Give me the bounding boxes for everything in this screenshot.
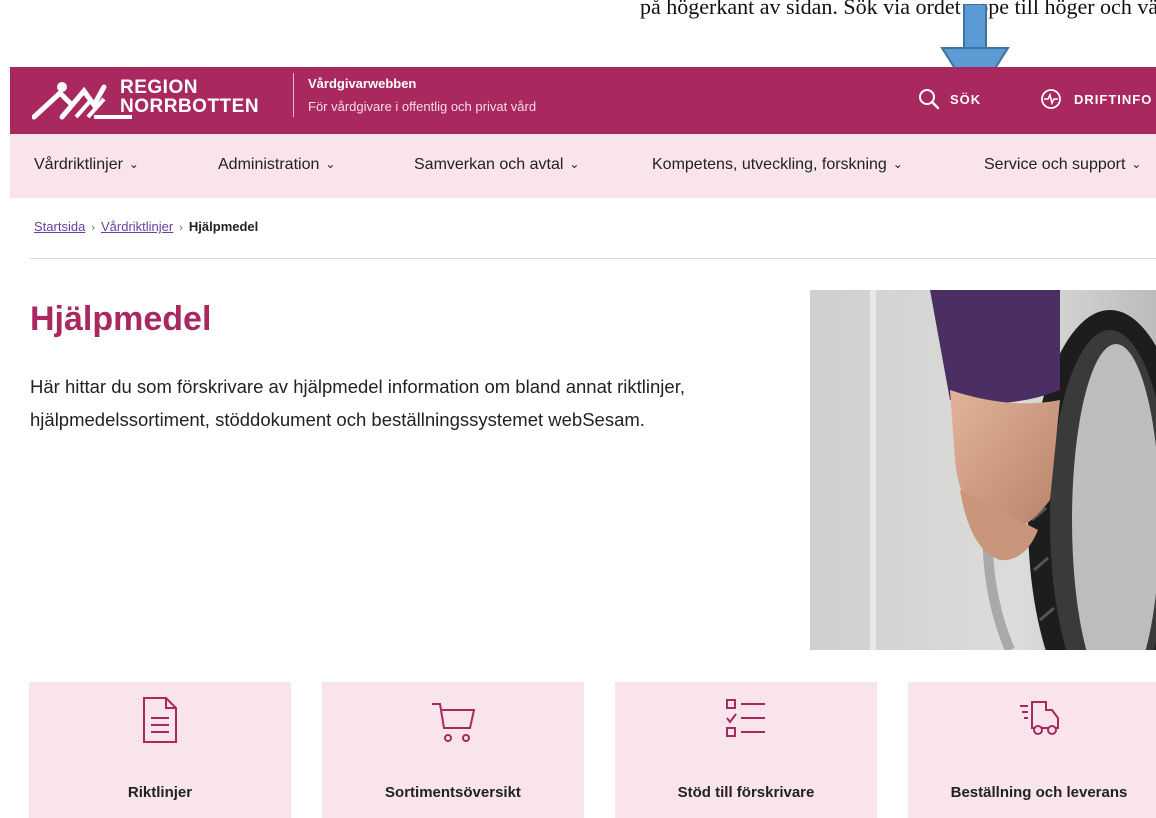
card-label: Sortimentsöversikt xyxy=(385,784,521,801)
intro-line-1: Här hittar du som förskrivare av hjälpme… xyxy=(30,376,685,397)
card-sortimentsoversikt[interactable]: Sortimentsöversikt xyxy=(322,682,584,818)
card-bestallning-och-leverans[interactable]: Beställning och leverans xyxy=(908,682,1156,818)
search-button[interactable]: SÖK xyxy=(918,88,981,110)
breadcrumb-separator-icon: › xyxy=(91,222,95,234)
chevron-down-icon: ⌄ xyxy=(569,157,580,171)
nav-item-samverkan[interactable]: Samverkan och avtal ⌄ xyxy=(414,156,579,174)
logo-line-1: REGION xyxy=(120,77,198,98)
intro-line-2: hjälpmedelssortiment, stöddokument och b… xyxy=(30,409,645,430)
logo-divider xyxy=(293,73,294,117)
delivery-truck-icon xyxy=(1020,701,1059,735)
pulse-icon xyxy=(1041,89,1061,109)
breadcrumb: Startsida › Vårdriktlinjer › Hjälpmedel xyxy=(34,219,258,234)
breadcrumb-current: Hjälpmedel xyxy=(188,219,259,234)
chevron-down-icon: ⌄ xyxy=(1131,157,1142,171)
hero-image-wheelchair xyxy=(810,290,1156,650)
nav-item-label: Vårdriktlinjer xyxy=(34,156,123,173)
clipped-instruction-text: på högerkant av sidan. Sök via ordet upp… xyxy=(640,0,1156,19)
cart-icon xyxy=(432,703,476,742)
page-title: Hjälpmedel xyxy=(30,300,212,338)
logo-wordmark: REGION NORRBOTTEN xyxy=(120,78,259,116)
site-header: REGION NORRBOTTEN Vårdgivarwebben För vå… xyxy=(10,67,1156,134)
nav-item-vardriktlinjer[interactable]: Vårdriktlinjer ⌄ xyxy=(34,156,139,174)
nav-item-label: Kompetens, utveckling, forskning xyxy=(652,156,887,173)
divider xyxy=(30,258,1156,259)
card-label: Beställning och leverans xyxy=(950,784,1128,801)
search-icon xyxy=(919,89,940,110)
breadcrumb-link-startsida[interactable]: Startsida xyxy=(34,219,85,234)
search-label: SÖK xyxy=(950,91,982,107)
card-stod-till-forskrivare[interactable]: Stöd till förskrivare xyxy=(615,682,877,818)
breadcrumb-separator-icon: › xyxy=(179,222,183,234)
document-icon xyxy=(143,697,177,743)
chevron-down-icon: ⌄ xyxy=(892,157,903,171)
card-riktlinjer[interactable]: Riktlinjer xyxy=(29,682,291,818)
chevron-down-icon: ⌄ xyxy=(128,157,139,171)
nav-item-label: Administration xyxy=(218,156,320,173)
nav-item-label: Service och support xyxy=(984,156,1126,173)
site-subtitle: För vårdgivare i offentlig och privat vå… xyxy=(308,99,537,114)
nav-item-service[interactable]: Service och support ⌄ xyxy=(984,156,1141,174)
nav-item-kompetens[interactable]: Kompetens, utveckling, forskning ⌄ xyxy=(652,156,903,174)
chevron-down-icon: ⌄ xyxy=(325,157,336,171)
nav-item-administration[interactable]: Administration ⌄ xyxy=(218,156,335,174)
checklist-icon xyxy=(726,699,765,737)
nav-item-label: Samverkan och avtal xyxy=(414,156,564,173)
driftinfo-button[interactable]: DRIFTINFO xyxy=(1040,88,1152,110)
logo-line-2: NORRBOTTEN xyxy=(120,96,260,117)
card-label: Stöd till förskrivare xyxy=(677,784,815,801)
breadcrumb-link-vardriktlinjer[interactable]: Vårdriktlinjer xyxy=(101,219,173,234)
intro-text: Här hittar du som förskrivare av hjälpme… xyxy=(30,370,790,436)
card-label: Riktlinjer xyxy=(127,784,193,801)
driftinfo-label: DRIFTINFO xyxy=(1074,91,1153,107)
site-name: Vårdgivarwebben xyxy=(308,76,417,91)
main-navigation: Vårdriktlinjer ⌄ Administration ⌄ Samverka… xyxy=(10,134,1156,198)
